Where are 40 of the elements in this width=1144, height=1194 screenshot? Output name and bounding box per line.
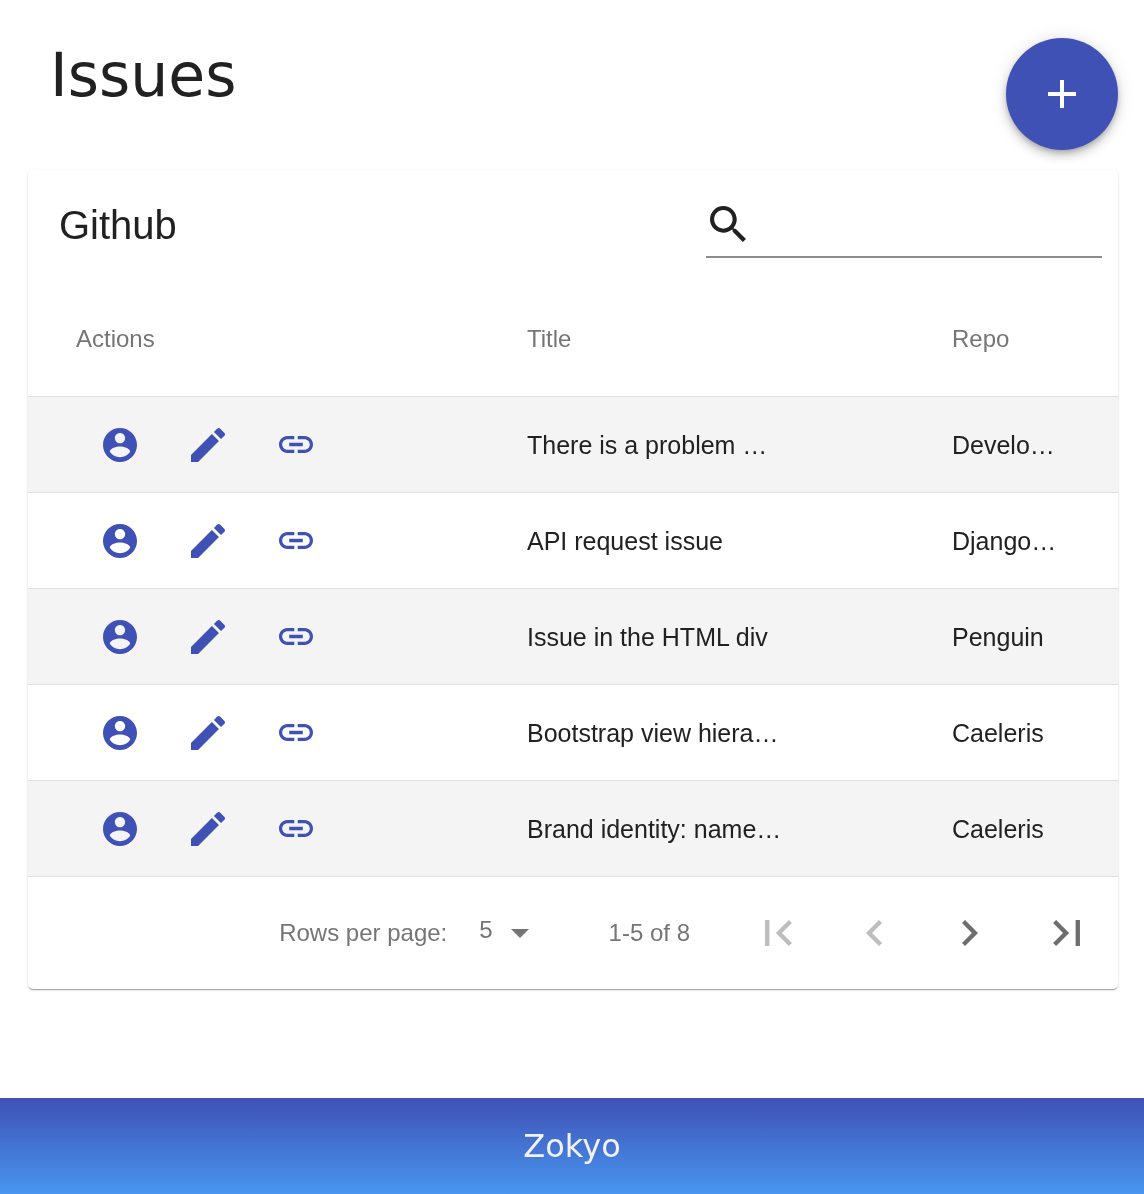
pencil-icon[interactable] bbox=[191, 427, 225, 462]
table-cell-text: Issue in the HTML div bbox=[527, 621, 768, 653]
rows-per-page-label: Rows per page: bbox=[279, 918, 448, 948]
chevron-right-icon[interactable] bbox=[962, 920, 978, 946]
chain-link-icon[interactable] bbox=[279, 724, 313, 741]
pencil-icon[interactable] bbox=[191, 619, 225, 654]
user-icon[interactable] bbox=[103, 619, 137, 654]
pencil-icon[interactable] bbox=[191, 523, 225, 558]
table-cell-text: Brand identity: name… bbox=[527, 813, 782, 845]
chain-link-icon[interactable] bbox=[279, 436, 313, 453]
pencil-icon[interactable] bbox=[191, 811, 225, 846]
caret-icon bbox=[510, 928, 529, 938]
search-icon bbox=[710, 206, 746, 242]
table-cell-text: Caeleris bbox=[952, 813, 1044, 845]
chain-link-icon[interactable] bbox=[279, 532, 313, 549]
column-header: Repo bbox=[952, 324, 1010, 354]
table-cell-text: Develo… bbox=[952, 429, 1055, 461]
column-header: Actions bbox=[76, 324, 155, 354]
chain-link-icon[interactable] bbox=[279, 820, 313, 837]
table-cell-text: API request issue bbox=[527, 525, 723, 557]
user-icon[interactable] bbox=[103, 427, 137, 462]
page-title: Issues bbox=[50, 40, 237, 110]
table-cell-text: There is a problem … bbox=[527, 429, 768, 461]
table-cell-text: Django… bbox=[952, 525, 1057, 557]
table-cell-text: Bootstrap view hiera… bbox=[527, 717, 779, 749]
add-button[interactable] bbox=[1006, 38, 1118, 150]
page-range: 1-5 of 8 bbox=[608, 918, 690, 948]
column-header: Title bbox=[527, 324, 572, 354]
card-title: Github bbox=[59, 202, 177, 248]
plus-icon bbox=[1048, 80, 1076, 108]
table-cell-text: Penguin bbox=[952, 621, 1044, 653]
user-icon[interactable] bbox=[103, 523, 137, 558]
last-page-icon[interactable] bbox=[1052, 920, 1080, 946]
pencil-icon[interactable] bbox=[191, 715, 225, 750]
rows-per-page-select[interactable]: 5 bbox=[479, 915, 529, 951]
table-cell-text: Caeleris bbox=[952, 717, 1044, 749]
brand-name: Zokyo bbox=[523, 1126, 621, 1166]
user-icon[interactable] bbox=[103, 715, 137, 750]
user-icon[interactable] bbox=[103, 811, 137, 846]
chain-link-icon[interactable] bbox=[279, 628, 313, 645]
